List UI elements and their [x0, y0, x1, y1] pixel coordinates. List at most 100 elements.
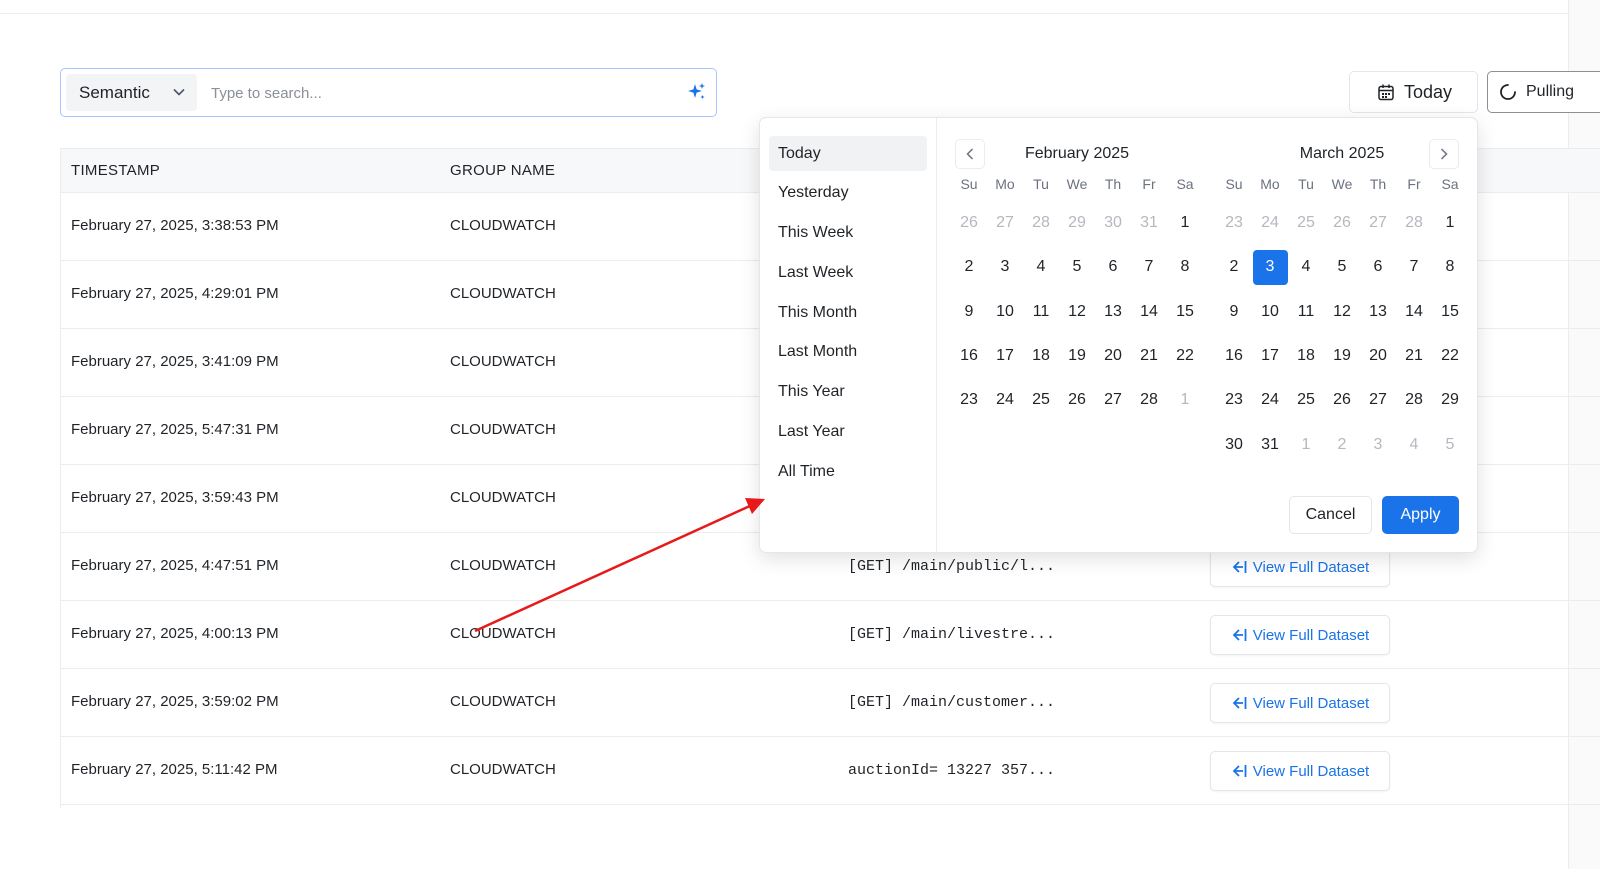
calendar-day[interactable]: 19: [1059, 334, 1095, 378]
preset-today[interactable]: Today: [769, 136, 927, 171]
calendar-day[interactable]: 22: [1167, 334, 1203, 378]
calendar-day[interactable]: 4: [1023, 245, 1059, 289]
calendar-day[interactable]: 17: [987, 334, 1023, 378]
calendar-day[interactable]: 14: [1396, 290, 1432, 334]
calendar-day[interactable]: 25: [1023, 378, 1059, 422]
column-header-group-name[interactable]: GROUP NAME: [450, 162, 555, 179]
preset-this-week[interactable]: This Week: [769, 216, 927, 251]
calendar-day[interactable]: 31: [1252, 422, 1288, 466]
calendar-day[interactable]: 16: [951, 334, 987, 378]
calendar-day[interactable]: 26: [1324, 378, 1360, 422]
calendar-day[interactable]: 10: [987, 290, 1023, 334]
calendar-day[interactable]: 2: [1216, 245, 1252, 289]
calendar-day[interactable]: 29: [1432, 378, 1468, 422]
calendar-day[interactable]: 28: [1396, 378, 1432, 422]
preset-this-year[interactable]: This Year: [769, 375, 927, 410]
calendar-day[interactable]: 20: [1360, 334, 1396, 378]
calendar-day[interactable]: 1: [1167, 378, 1203, 422]
calendar-day[interactable]: 28: [1023, 201, 1059, 245]
date-range-button[interactable]: Today: [1349, 71, 1478, 113]
table-row[interactable]: February 27, 2025, 4:00:13 PM CLOUDWATCH […: [61, 601, 1600, 669]
preset-this-month[interactable]: This Month: [769, 295, 927, 330]
preset-all-time[interactable]: All Time: [769, 454, 927, 489]
calendar-day[interactable]: 7: [1396, 245, 1432, 289]
calendar-day[interactable]: 30: [1095, 201, 1131, 245]
calendar-day[interactable]: 17: [1252, 334, 1288, 378]
calendar-day[interactable]: 27: [1360, 201, 1396, 245]
calendar-day[interactable]: 1: [1167, 201, 1203, 245]
calendar-day-selected[interactable]: 3: [1252, 245, 1288, 289]
view-full-dataset-button[interactable]: View Full Dataset: [1210, 683, 1390, 723]
table-row[interactable]: February 27, 2025, 3:59:02 PM CLOUDWATCH […: [61, 669, 1600, 737]
calendar-day[interactable]: 24: [987, 378, 1023, 422]
calendar-day[interactable]: 1: [1288, 422, 1324, 466]
calendar-day[interactable]: 28: [1131, 378, 1167, 422]
view-full-dataset-button[interactable]: View Full Dataset: [1210, 547, 1390, 587]
preset-last-year[interactable]: Last Year: [769, 415, 927, 450]
calendar-day[interactable]: 10: [1252, 290, 1288, 334]
calendar-day[interactable]: 16: [1216, 334, 1252, 378]
calendar-day[interactable]: 5: [1432, 422, 1468, 466]
calendar-day[interactable]: 7: [1131, 245, 1167, 289]
sparkle-icon[interactable]: [687, 82, 707, 102]
calendar-day[interactable]: 11: [1288, 290, 1324, 334]
view-full-dataset-button[interactable]: View Full Dataset: [1210, 615, 1390, 655]
search-input[interactable]: [211, 77, 671, 109]
calendar-day[interactable]: 4: [1396, 422, 1432, 466]
calendar-day[interactable]: 26: [951, 201, 987, 245]
calendar-day[interactable]: 28: [1396, 201, 1432, 245]
calendar-day[interactable]: 12: [1324, 290, 1360, 334]
calendar-day[interactable]: 23: [951, 378, 987, 422]
table-row[interactable]: February 27, 2025, 5:11:42 PM CLOUDWATCH a…: [61, 737, 1600, 805]
calendar-day[interactable]: 15: [1167, 290, 1203, 334]
calendar-day[interactable]: 6: [1095, 245, 1131, 289]
apply-button[interactable]: Apply: [1382, 496, 1459, 534]
calendar-day[interactable]: 24: [1252, 201, 1288, 245]
calendar-day[interactable]: 25: [1288, 201, 1324, 245]
calendar-day[interactable]: 1: [1432, 201, 1468, 245]
calendar-day[interactable]: 18: [1023, 334, 1059, 378]
calendar-day[interactable]: 20: [1095, 334, 1131, 378]
calendar-day[interactable]: 15: [1432, 290, 1468, 334]
calendar-day[interactable]: 12: [1059, 290, 1095, 334]
preset-yesterday[interactable]: Yesterday: [769, 176, 927, 211]
calendar-day[interactable]: 5: [1059, 245, 1095, 289]
calendar-day[interactable]: 27: [1095, 378, 1131, 422]
calendar-day[interactable]: 26: [1324, 201, 1360, 245]
calendar-day[interactable]: 30: [1216, 422, 1252, 466]
calendar-day[interactable]: 26: [1059, 378, 1095, 422]
calendar-day[interactable]: 2: [1324, 422, 1360, 466]
calendar-day[interactable]: 8: [1167, 245, 1203, 289]
calendar-day[interactable]: 11: [1023, 290, 1059, 334]
calendar-day[interactable]: 27: [987, 201, 1023, 245]
calendar-day[interactable]: 23: [1216, 201, 1252, 245]
preset-last-month[interactable]: Last Month: [769, 335, 927, 370]
calendar-day[interactable]: 9: [1216, 290, 1252, 334]
calendar-day[interactable]: 6: [1360, 245, 1396, 289]
calendar-day[interactable]: 5: [1324, 245, 1360, 289]
column-header-timestamp[interactable]: TIMESTAMP: [71, 162, 160, 179]
calendar-day[interactable]: 9: [951, 290, 987, 334]
calendar-day[interactable]: 21: [1131, 334, 1167, 378]
pulling-button[interactable]: Pulling: [1487, 71, 1600, 113]
search-mode-select[interactable]: Semantic: [66, 74, 197, 111]
calendar-day[interactable]: 13: [1095, 290, 1131, 334]
calendar-day[interactable]: 19: [1324, 334, 1360, 378]
calendar-day[interactable]: 14: [1131, 290, 1167, 334]
calendar-day[interactable]: 13: [1360, 290, 1396, 334]
calendar-day[interactable]: 22: [1432, 334, 1468, 378]
calendar-day[interactable]: 8: [1432, 245, 1468, 289]
preset-last-week[interactable]: Last Week: [769, 255, 927, 290]
cancel-button[interactable]: Cancel: [1289, 496, 1372, 534]
calendar-day[interactable]: 24: [1252, 378, 1288, 422]
calendar-day[interactable]: 27: [1360, 378, 1396, 422]
calendar-day[interactable]: 3: [1360, 422, 1396, 466]
calendar-day[interactable]: 31: [1131, 201, 1167, 245]
calendar-day[interactable]: 18: [1288, 334, 1324, 378]
calendar-day[interactable]: 2: [951, 245, 987, 289]
calendar-day[interactable]: 3: [987, 245, 1023, 289]
calendar-day[interactable]: 21: [1396, 334, 1432, 378]
calendar-day[interactable]: 4: [1288, 245, 1324, 289]
calendar-day[interactable]: 25: [1288, 378, 1324, 422]
calendar-day[interactable]: 29: [1059, 201, 1095, 245]
